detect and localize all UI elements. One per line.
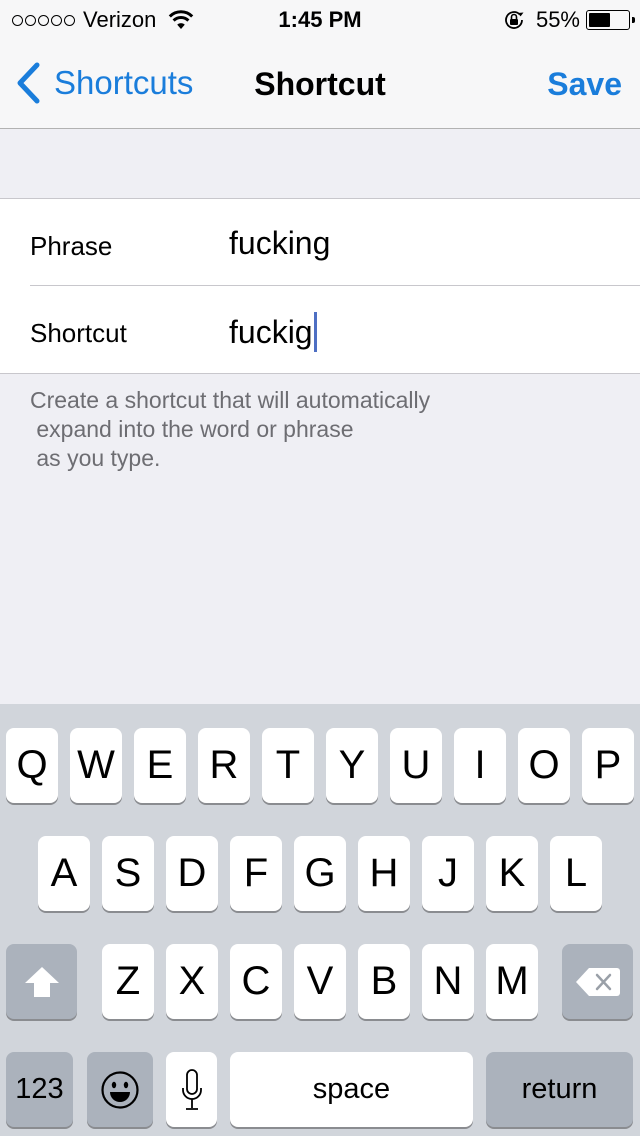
shortcut-input[interactable]: fuckig — [229, 312, 317, 352]
delete-key[interactable] — [562, 944, 633, 1019]
key-z[interactable]: Z — [102, 944, 154, 1019]
battery-percentage: 55% — [535, 7, 580, 32]
key-r[interactable]: R — [198, 728, 250, 803]
emoji-icon — [101, 1070, 139, 1109]
microphone-icon — [181, 1068, 202, 1110]
save-button[interactable]: Save — [547, 66, 622, 103]
key-u[interactable]: U — [390, 728, 442, 803]
key-c[interactable]: C — [230, 944, 282, 1019]
page-title: Shortcut — [0, 66, 640, 103]
return-key[interactable]: return — [486, 1052, 633, 1127]
key-d[interactable]: D — [166, 836, 218, 911]
key-g[interactable]: G — [294, 836, 346, 911]
key-k[interactable]: K — [486, 836, 538, 911]
phrase-row[interactable]: Phrase fucking — [0, 199, 640, 286]
navigation-bar: Shortcuts Shortcut Save — [0, 40, 640, 129]
key-m[interactable]: M — [486, 944, 538, 1019]
key-a[interactable]: A — [38, 836, 90, 911]
key-o[interactable]: O — [518, 728, 570, 803]
key-f[interactable]: F — [230, 836, 282, 911]
numbers-key[interactable]: 123 — [6, 1052, 73, 1127]
shortcut-form: Phrase fucking Shortcut fuckig — [0, 198, 640, 374]
key-x[interactable]: X — [166, 944, 218, 1019]
battery-level-fill — [589, 13, 610, 27]
key-i[interactable]: I — [454, 728, 506, 803]
battery-icon — [586, 10, 635, 30]
orientation-lock-icon — [505, 11, 524, 29]
key-v[interactable]: V — [294, 944, 346, 1019]
battery-tip — [632, 17, 635, 23]
key-w[interactable]: W — [70, 728, 122, 803]
phrase-label: Phrase — [30, 231, 113, 261]
keyboard: 123 space return QWERTYUIOP ASDFGHJKL ZXCV… — [0, 704, 640, 1136]
phrase-value: fucking — [229, 225, 331, 261]
key-h[interactable]: H — [358, 836, 410, 911]
key-q[interactable]: Q — [6, 728, 58, 803]
key-s[interactable]: S — [102, 836, 154, 911]
space-key[interactable]: space — [230, 1052, 473, 1127]
emoji-key[interactable] — [87, 1052, 153, 1127]
page-title-text: Shortcut — [254, 66, 386, 102]
key-l[interactable]: L — [550, 836, 602, 911]
text-cursor — [313, 312, 317, 352]
status-bar: Verizon 1:45 PM 55% — [0, 0, 640, 40]
key-n[interactable]: N — [422, 944, 474, 1019]
key-y[interactable]: Y — [326, 728, 378, 803]
footer-help-text: Create a shortcut that will automaticall… — [30, 386, 430, 473]
key-e[interactable]: E — [134, 728, 186, 803]
shortcut-label: Shortcut — [30, 318, 127, 348]
key-t[interactable]: T — [262, 728, 314, 803]
shortcut-value: fuckig — [229, 313, 313, 350]
key-p[interactable]: P — [582, 728, 634, 803]
footer-line: as you type. — [30, 445, 161, 471]
footer-line: Create a shortcut that will automaticall… — [30, 387, 431, 413]
key-b[interactable]: B — [358, 944, 410, 1019]
status-right: 55% — [502, 7, 635, 33]
shift-key[interactable] — [6, 944, 77, 1019]
shortcut-row[interactable]: Shortcut fuckig — [0, 286, 640, 373]
key-j[interactable]: J — [422, 836, 474, 911]
dictation-key[interactable] — [166, 1052, 217, 1127]
phrase-input[interactable]: fucking — [229, 225, 330, 262]
delete-icon — [575, 967, 620, 996]
footer-line: expand into the word or phrase — [30, 416, 354, 442]
shift-icon — [24, 966, 59, 997]
